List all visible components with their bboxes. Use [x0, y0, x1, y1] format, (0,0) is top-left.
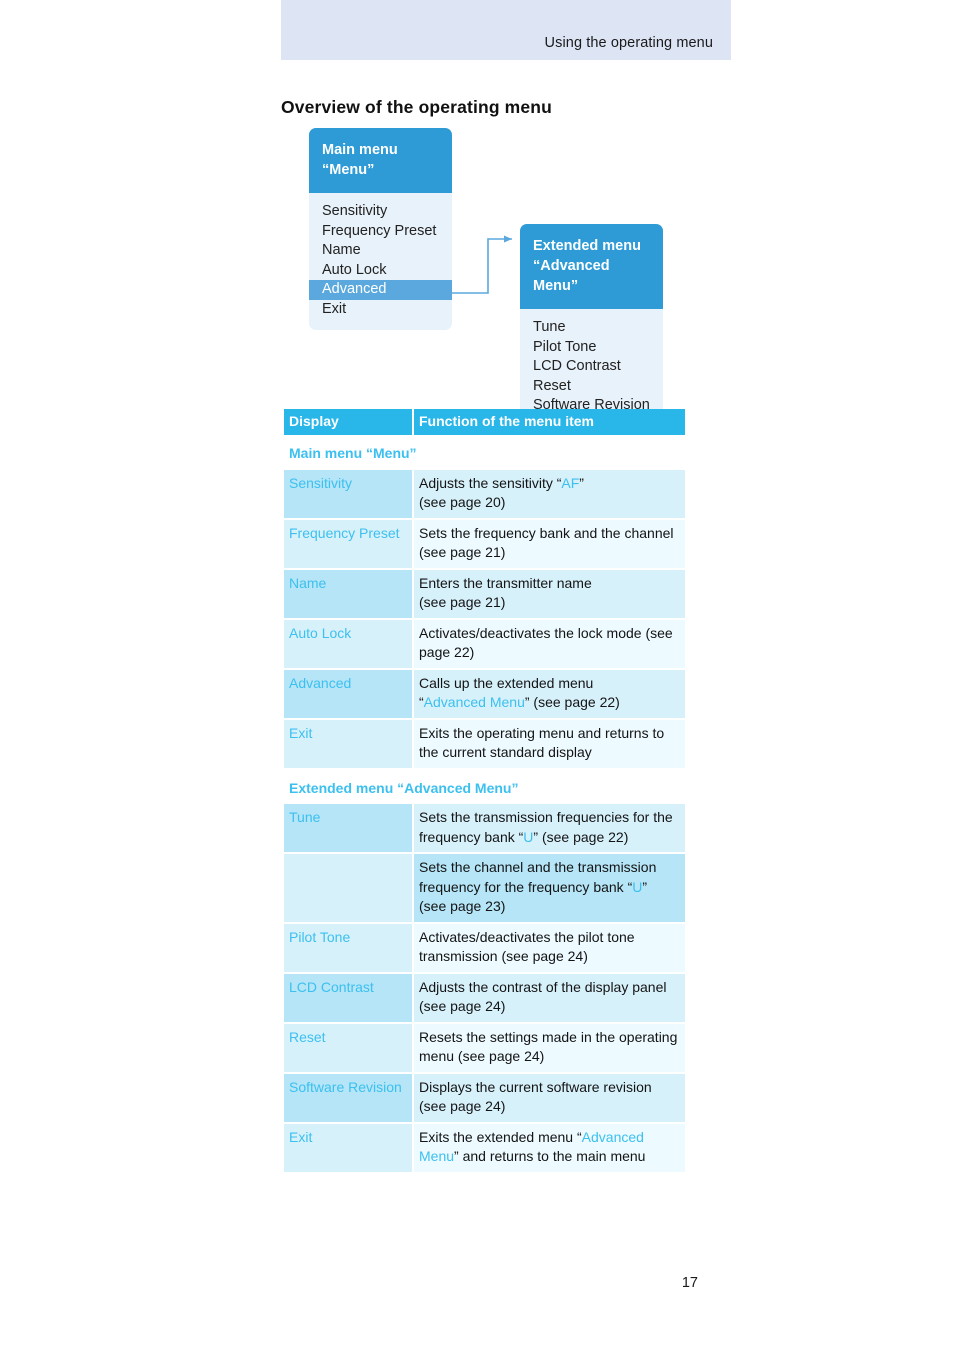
column-header-function: Function of the menu item: [413, 409, 685, 435]
table-row: Pilot Tone Activates/deactivates the pilo…: [284, 922, 685, 974]
accent-term: U: [632, 878, 643, 895]
extended-menu-box: Extended menu “Advanced Menu” Tune Pilot…: [520, 224, 663, 420]
function-text: (see page 21): [419, 594, 506, 610]
accent-term: AF: [561, 474, 580, 491]
display-cell-reset: Reset: [284, 1022, 414, 1074]
main-menu-item-sensitivity[interactable]: Sensitivity: [309, 202, 452, 222]
menu-structure-diagram: Main menu “Menu” Sensitivity Frequency P…: [281, 128, 701, 420]
display-cell-advanced: Advanced: [284, 668, 414, 720]
running-head-text: Using the operating menu: [544, 35, 713, 51]
function-text: (see page 20): [419, 494, 506, 510]
extended-menu-title-line1: Extended menu: [533, 238, 641, 254]
function-cell: Displays the current software revision (…: [413, 1072, 685, 1124]
function-cell: Activates/deactivates the lock mode (see…: [413, 618, 685, 670]
table-row: Exit Exits the operating menu and returns…: [284, 718, 685, 770]
page-number: 17: [681, 1275, 698, 1291]
table-section-heading-row: Main menu “Menu”: [284, 435, 685, 470]
accent-term: U: [523, 828, 534, 845]
display-cell-name: Name: [284, 568, 414, 620]
display-cell-tune: Tune: [284, 804, 414, 854]
function-text: Calls up the extended menu: [419, 674, 594, 691]
table-row: LCD Contrast Adjusts the contrast of the …: [284, 972, 685, 1024]
function-text: Activates/deactivates the lock mode (see…: [419, 624, 673, 661]
function-cell: Adjusts the sensitivity “AF” (see page 20…: [413, 469, 685, 520]
accent-term: Advanced Menu: [423, 694, 525, 710]
function-text: Exits the extended menu “: [419, 1128, 582, 1145]
function-cell: Sets the transmission frequencies for th…: [413, 804, 685, 854]
display-cell-exit: Exit: [284, 718, 414, 770]
main-menu-box-title: Main menu “Menu”: [309, 128, 452, 193]
function-text: Enters the transmitter name: [419, 574, 592, 591]
table-section-heading: Extended menu “Advanced Menu”: [284, 768, 685, 804]
display-cell-row: [284, 853, 414, 924]
extended-menu-item-lcd-contrast[interactable]: LCD Contrast: [520, 357, 663, 377]
table-header-row: Display Function of the menu item: [284, 409, 685, 435]
display-cell-frequency-preset: Frequency Preset: [284, 518, 414, 570]
display-cell-auto-lock: Auto Lock: [284, 618, 414, 670]
function-text: Sets the frequency bank and the channel …: [419, 524, 674, 561]
table-section-heading: Main menu “Menu”: [284, 435, 685, 470]
table-row: Auto Lock Activates/deactivates the lock …: [284, 618, 685, 670]
column-header-display: Display: [284, 409, 414, 435]
function-cell: Resets the settings made in the operatin…: [413, 1022, 685, 1074]
display-cell-pilot-tone: Pilot Tone: [284, 922, 414, 974]
extended-menu-item-pilot-tone[interactable]: Pilot Tone: [520, 338, 663, 358]
function-cell: Sets the channel and the transmission fr…: [413, 853, 685, 924]
running-head-band: Using the operating menu: [281, 0, 731, 60]
menu-reference-table: Display Function of the menu item Main m…: [284, 409, 685, 1174]
function-cell: Calls up the extended menu “Advanced Menu…: [413, 668, 685, 720]
table-row: Reset Resets the settings made in the ope…: [284, 1022, 685, 1074]
page-title: Overview of the operating menu: [281, 96, 552, 117]
function-cell: Adjusts the contrast of the display pane…: [413, 972, 685, 1024]
function-text: Sets the channel and the transmission fr…: [419, 859, 657, 895]
extended-menu-item-tune[interactable]: Tune: [520, 318, 663, 338]
function-cell: Exits the operating menu and returns to …: [413, 718, 685, 770]
extended-menu-item-list: Tune Pilot Tone LCD Contrast Reset Softw…: [520, 309, 663, 420]
table-row: Name Enters the transmitter name (see page…: [284, 568, 685, 620]
table-row: Advanced Calls up the extended menu “Advan…: [284, 668, 685, 720]
function-text: ” (see page 22): [524, 694, 620, 710]
main-menu-title-line2: “Menu”: [322, 162, 375, 178]
extended-menu-title-line2: “Advanced Menu”: [533, 258, 610, 294]
table-row: Frequency Preset Sets the frequency bank …: [284, 518, 685, 570]
function-text: Adjusts the contrast of the display pane…: [419, 978, 667, 1015]
extended-menu-item-reset[interactable]: Reset: [520, 377, 663, 397]
display-cell-lcd-contrast: LCD Contrast: [284, 972, 414, 1024]
display-cell-exit: Exit: [284, 1122, 414, 1174]
table-row: Sets the channel and the transmission fr…: [284, 853, 685, 924]
table-row: Exit Exits the extended menu “Advanced Me…: [284, 1122, 685, 1174]
function-text: ” (see page 22): [533, 828, 629, 845]
table-section-heading-row: Extended menu “Advanced Menu”: [284, 768, 685, 804]
extended-menu-box-title: Extended menu “Advanced Menu”: [520, 224, 663, 309]
function-cell: Enters the transmitter name (see page 21): [413, 568, 685, 620]
table-row: Software Revision Displays the current so…: [284, 1072, 685, 1124]
function-cell: Activates/deactivates the pilot tone tra…: [413, 922, 685, 974]
main-menu-item-advanced[interactable]: Advanced: [309, 280, 452, 300]
main-menu-item-list: Sensitivity Frequency Preset Name Auto L…: [309, 193, 452, 330]
function-text: Displays the current software revision (…: [419, 1078, 652, 1115]
table-body: Main menu “Menu” Sensitivity Adjusts the s…: [284, 435, 685, 1174]
display-cell-software-revision: Software Revision: [284, 1072, 414, 1124]
function-text: Activates/deactivates the pilot tone tra…: [419, 928, 635, 965]
main-menu-item-name[interactable]: Name: [309, 241, 452, 261]
table-row: Tune Sets the transmission frequencies fo…: [284, 804, 685, 854]
function-text: ” and returns to the main menu: [454, 1148, 646, 1164]
function-text: Resets the settings made in the operatin…: [419, 1028, 678, 1065]
main-menu-item-exit[interactable]: Exit: [309, 300, 452, 320]
function-cell: Sets the frequency bank and the channel …: [413, 518, 685, 570]
display-cell-sensitivity: Sensitivity: [284, 469, 414, 520]
main-menu-box: Main menu “Menu” Sensitivity Frequency P…: [309, 128, 452, 330]
function-text: Adjusts the sensitivity “: [419, 474, 562, 491]
function-text: (see page 23): [419, 898, 506, 914]
main-menu-title-line1: Main menu: [322, 142, 398, 158]
main-menu-item-frequency-preset[interactable]: Frequency Preset: [309, 222, 452, 242]
function-text: ”: [642, 878, 648, 895]
function-text: ”: [579, 474, 584, 491]
main-menu-item-auto-lock[interactable]: Auto Lock: [309, 261, 452, 281]
function-cell: Exits the extended menu “Advanced Menu” …: [413, 1122, 685, 1174]
table-row: Sensitivity Adjusts the sensitivity “AF” (…: [284, 469, 685, 520]
function-text: Exits the operating menu and returns to …: [419, 724, 665, 761]
